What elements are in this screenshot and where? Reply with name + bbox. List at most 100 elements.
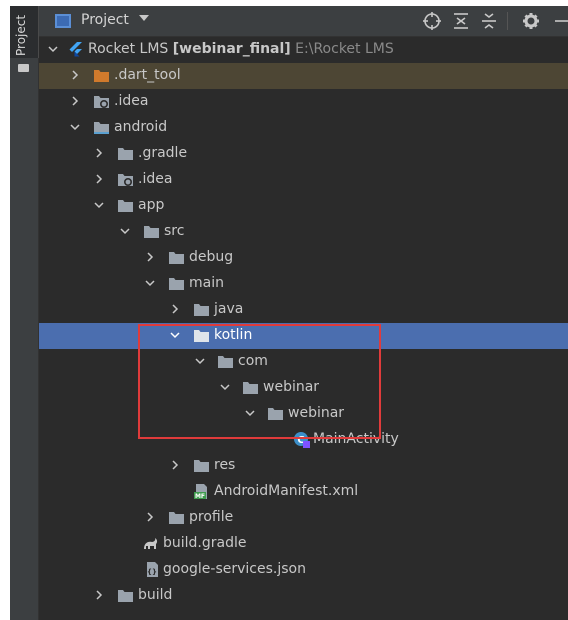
chevron-down-icon[interactable] bbox=[69, 121, 81, 133]
chevron-right-icon[interactable] bbox=[169, 303, 181, 315]
project-window-icon bbox=[55, 14, 71, 28]
tree-row-src[interactable]: src bbox=[39, 219, 568, 245]
chevron-right-icon[interactable] bbox=[144, 511, 156, 523]
tree-row-android-idea[interactable]: .idea bbox=[39, 167, 568, 193]
project-stripe-tab[interactable]: Project bbox=[10, 6, 39, 58]
chevron-down-icon[interactable] bbox=[93, 199, 105, 211]
folder-icon bbox=[194, 460, 209, 472]
chevron-down-icon[interactable] bbox=[47, 43, 59, 55]
gear-icon[interactable] bbox=[521, 11, 541, 31]
folder-icon bbox=[144, 226, 159, 238]
toolbar-separator bbox=[507, 12, 508, 30]
project-tree: Rocket LMS [webinar_final] E:\Rocket LMS… bbox=[39, 37, 568, 620]
tree-row-mainactivity[interactable]: C MainActivity bbox=[39, 427, 568, 453]
chevron-down-icon[interactable] bbox=[244, 407, 256, 419]
chevron-down-icon[interactable] bbox=[219, 381, 231, 393]
folder-icon bbox=[268, 408, 283, 420]
root-name: Rocket LMS bbox=[88, 41, 169, 57]
tree-item-label: java bbox=[214, 301, 244, 317]
chevron-down-icon[interactable] bbox=[194, 355, 206, 367]
tree-row-kotlin[interactable]: kotlin bbox=[39, 323, 568, 349]
tree-item-label: AndroidManifest.xml bbox=[214, 483, 359, 499]
svg-text:MF: MF bbox=[195, 493, 205, 500]
chevron-right-icon[interactable] bbox=[69, 95, 81, 107]
folder-icon bbox=[118, 590, 133, 602]
tree-row-root[interactable]: Rocket LMS [webinar_final] E:\Rocket LMS bbox=[39, 37, 568, 63]
tree-row-webinar-inner[interactable]: webinar bbox=[39, 401, 568, 427]
tree-row-android[interactable]: android bbox=[39, 115, 568, 141]
chevron-right-icon[interactable] bbox=[93, 589, 105, 601]
tree-item-label: src bbox=[164, 223, 185, 239]
tree-row-google-services[interactable]: {} google-services.json bbox=[39, 557, 568, 583]
tree-row-webinar[interactable]: webinar bbox=[39, 375, 568, 401]
view-dropdown-chevron-icon[interactable] bbox=[139, 15, 149, 21]
tree-row-profile[interactable]: profile bbox=[39, 505, 568, 531]
chevron-down-icon[interactable] bbox=[119, 225, 131, 237]
tree-row-build-gradle[interactable]: build.gradle bbox=[39, 531, 568, 557]
folder-icon bbox=[218, 356, 233, 368]
folder-settings-icon bbox=[118, 174, 133, 187]
project-tool-window: Project Project Rocket LMS [webinar_fina… bbox=[10, 6, 568, 620]
tree-row-build[interactable]: build bbox=[39, 583, 568, 609]
flutter-icon bbox=[69, 42, 82, 57]
folder-icon bbox=[118, 148, 133, 160]
folder-settings-icon bbox=[94, 96, 109, 109]
svg-text:{}: {} bbox=[147, 568, 157, 576]
kotlin-class-icon: C bbox=[294, 432, 310, 448]
folder-icon bbox=[194, 330, 209, 342]
expand-all-icon[interactable] bbox=[451, 11, 471, 31]
chevron-down-icon[interactable] bbox=[144, 277, 156, 289]
tree-item-label: MainActivity bbox=[313, 431, 399, 447]
structure-icon[interactable] bbox=[18, 64, 29, 72]
folder-module-icon bbox=[94, 122, 109, 134]
folder-icon bbox=[169, 252, 184, 264]
project-view-title[interactable]: Project bbox=[81, 12, 129, 28]
tree-row-app[interactable]: app bbox=[39, 193, 568, 219]
tree-item-label: google-services.json bbox=[163, 561, 306, 577]
folder-icon bbox=[169, 278, 184, 290]
left-tool-stripe: Project bbox=[10, 6, 39, 620]
tree-row-idea[interactable]: .idea bbox=[39, 89, 568, 115]
tree-item-label: build.gradle bbox=[163, 535, 247, 551]
tree-item-label: .gradle bbox=[138, 145, 188, 161]
tree-row-java[interactable]: java bbox=[39, 297, 568, 323]
root-project-label: Rocket LMS [webinar_final] E:\Rocket LMS bbox=[88, 41, 394, 57]
tree-item-label: .idea bbox=[138, 171, 173, 187]
tree-row-main[interactable]: main bbox=[39, 271, 568, 297]
chevron-right-icon[interactable] bbox=[93, 147, 105, 159]
root-path: E:\Rocket LMS bbox=[295, 41, 394, 57]
manifest-icon: MF bbox=[194, 484, 207, 500]
tree-item-label: com bbox=[238, 353, 268, 369]
gradle-icon bbox=[144, 538, 158, 549]
chevron-right-icon[interactable] bbox=[144, 251, 156, 263]
collapse-all-icon[interactable] bbox=[479, 11, 499, 31]
chevron-right-icon[interactable] bbox=[93, 173, 105, 185]
minimize-icon[interactable] bbox=[551, 11, 568, 31]
tree-item-label: kotlin bbox=[214, 327, 253, 343]
tree-item-label: build bbox=[138, 587, 173, 603]
tree-item-label: .dart_tool bbox=[114, 67, 181, 83]
tree-item-label: main bbox=[189, 275, 224, 291]
tree-row-debug[interactable]: debug bbox=[39, 245, 568, 271]
tree-row-manifest[interactable]: MF AndroidManifest.xml bbox=[39, 479, 568, 505]
chevron-right-icon[interactable] bbox=[169, 459, 181, 471]
tree-item-label: app bbox=[138, 197, 165, 213]
folder-icon bbox=[118, 200, 133, 212]
tree-row-com[interactable]: com bbox=[39, 349, 568, 375]
tree-row-res[interactable]: res bbox=[39, 453, 568, 479]
tree-item-label: webinar bbox=[263, 379, 320, 395]
folder-icon bbox=[194, 304, 209, 316]
tree-row-gradle[interactable]: .gradle bbox=[39, 141, 568, 167]
locate-icon[interactable] bbox=[422, 11, 442, 31]
tree-item-label: android bbox=[114, 119, 168, 135]
root-module: [webinar_final] bbox=[172, 41, 291, 57]
project-stripe-label: Project bbox=[14, 14, 28, 56]
project-toolbar: Project bbox=[39, 6, 568, 37]
tree-row-dart-tool[interactable]: .dart_tool bbox=[39, 63, 568, 89]
folder-icon bbox=[169, 512, 184, 524]
folder-icon bbox=[243, 382, 258, 394]
tree-item-label: profile bbox=[189, 509, 234, 525]
tree-item-label: webinar bbox=[288, 405, 345, 421]
chevron-right-icon[interactable] bbox=[69, 69, 81, 81]
chevron-down-icon[interactable] bbox=[169, 329, 181, 341]
